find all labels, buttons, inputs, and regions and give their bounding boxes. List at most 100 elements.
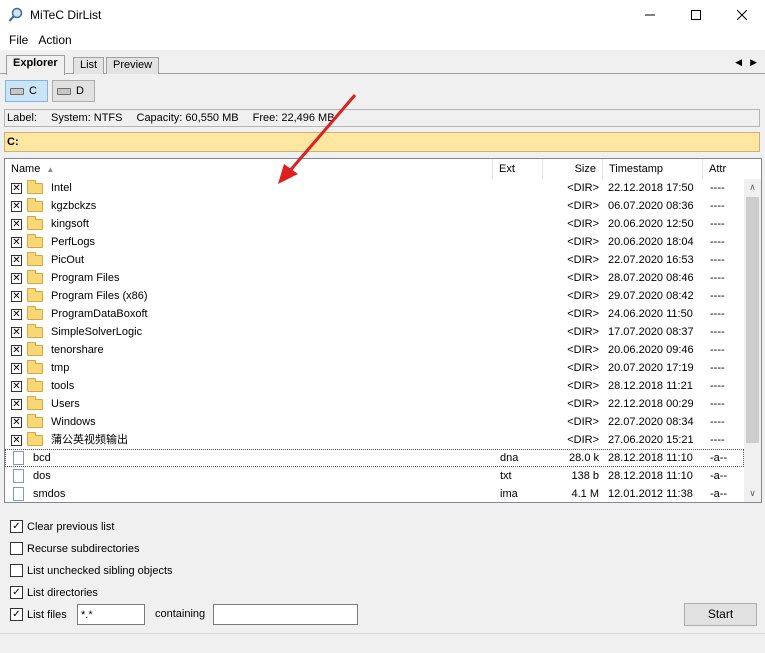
tab-preview[interactable]: Preview <box>106 57 160 74</box>
column-header-timestamp[interactable]: Timestamp <box>603 159 703 179</box>
list-item[interactable]: ✕ PerfLogs <DIR> 20.06.2020 18:04 ---- <box>5 233 744 251</box>
row-name: Windows <box>51 416 96 428</box>
list-item[interactable]: ✕ tenorshare <DIR> 20.06.2020 09:46 ---- <box>5 341 744 359</box>
row-checkbox[interactable]: ✕ <box>11 417 22 428</box>
minimize-button[interactable] <box>627 0 673 30</box>
clear-previous-checkbox[interactable]: ✓ <box>10 520 23 533</box>
column-header-name[interactable]: Name ▲ <box>5 159 493 179</box>
list-item[interactable]: ✕ tools <DIR> 28.12.2018 11:21 ---- <box>5 377 744 395</box>
row-ext: txt <box>500 470 512 482</box>
list-item[interactable]: ✕ PicOut <DIR> 22.07.2020 16:53 ---- <box>5 251 744 269</box>
row-checkbox[interactable]: ✕ <box>11 327 22 338</box>
row-checkbox[interactable]: ✕ <box>11 201 22 212</box>
row-checkbox[interactable]: ✕ <box>11 345 22 356</box>
window-title: MiTeC DirList <box>30 8 102 22</box>
file-mask-input[interactable] <box>77 604 145 625</box>
row-checkbox[interactable]: ✕ <box>11 381 22 392</box>
list-item[interactable]: ✕ ProgramDataBoxoft <DIR> 24.06.2020 11:50 -… <box>5 305 744 323</box>
list-files-option[interactable]: ✓ List files <box>10 608 67 621</box>
list-item[interactable]: smdos ima 4.1 M 12.01.2012 11:38 -a-- <box>5 485 744 502</box>
row-checkbox[interactable]: ✕ <box>11 309 22 320</box>
start-button[interactable]: Start <box>684 603 757 626</box>
scroll-up-icon[interactable]: ∧ <box>744 179 761 196</box>
menu-bar: File Action <box>0 30 765 51</box>
row-timestamp: 17.07.2020 08:37 <box>608 326 694 338</box>
unchecked-siblings-checkbox[interactable] <box>10 564 23 577</box>
list-item[interactable]: ✕ Program Files (x86) <DIR> 29.07.2020 08:4… <box>5 287 744 305</box>
list-item[interactable]: ✕ Windows <DIR> 22.07.2020 08:34 ---- <box>5 413 744 431</box>
folder-icon <box>27 414 43 428</box>
row-timestamp: 28.07.2020 08:46 <box>608 272 694 284</box>
row-name: kgzbckzs <box>51 200 97 212</box>
recurse-option[interactable]: Recurse subdirectories <box>10 542 140 555</box>
row-checkbox[interactable]: ✕ <box>11 237 22 248</box>
red-arrow-icon <box>278 94 357 184</box>
row-checkbox[interactable]: ✕ <box>11 363 22 374</box>
list-item[interactable]: ✕ kingsoft <DIR> 20.06.2020 12:50 ---- <box>5 215 744 233</box>
row-attr: -a-- <box>710 470 728 482</box>
row-name: tmp <box>51 362 70 374</box>
close-button[interactable] <box>719 0 765 30</box>
list-files-checkbox[interactable]: ✓ <box>10 608 23 621</box>
maximize-button[interactable] <box>673 0 719 30</box>
drive-c-button[interactable]: C <box>5 80 48 102</box>
list-item[interactable]: ✕ SimpleSolverLogic <DIR> 17.07.2020 08:37 -… <box>5 323 744 341</box>
maximize-icon <box>691 10 701 20</box>
row-name: 蒲公英视频输出 <box>51 434 128 446</box>
list-dirs-checkbox[interactable]: ✓ <box>10 586 23 599</box>
column-header-ext[interactable]: Ext <box>493 159 543 179</box>
column-header-size[interactable]: Size <box>543 159 603 179</box>
list-item[interactable]: ✕ tmp <DIR> 20.07.2020 17:19 ---- <box>5 359 744 377</box>
row-attr: ---- <box>710 344 725 356</box>
drive-system-text: System: NTFS <box>50 112 123 124</box>
menu-file[interactable]: File <box>4 33 33 47</box>
row-checkbox[interactable]: ✕ <box>11 255 22 266</box>
tab-explorer[interactable]: Explorer <box>6 55 65 75</box>
row-checkbox[interactable]: ✕ <box>11 219 22 230</box>
magnifier-icon <box>8 7 23 22</box>
list-item[interactable]: ✕ Program Files <DIR> 28.07.2020 08:46 ---- <box>5 269 744 287</box>
scroll-down-icon[interactable]: ∨ <box>744 485 761 502</box>
row-name: kingsoft <box>51 218 89 230</box>
tab-scroll-left-icon[interactable]: ◀ <box>735 57 742 68</box>
row-name: Program Files <box>51 272 120 284</box>
tab-list[interactable]: List <box>73 57 105 74</box>
list-item[interactable]: ✕ Intel <DIR> 22.12.2018 17:50 ---- <box>5 179 744 197</box>
row-size: <DIR> <box>567 290 599 302</box>
row-checkbox[interactable]: ✕ <box>11 435 22 446</box>
recurse-checkbox[interactable] <box>10 542 23 555</box>
tab-scroll-right-icon[interactable]: ▶ <box>750 57 757 68</box>
column-header-attr[interactable]: Attr <box>703 159 744 179</box>
row-ext <box>500 413 544 431</box>
unchecked-siblings-option[interactable]: List unchecked sibling objects <box>10 564 173 577</box>
menu-action[interactable]: Action <box>33 33 76 47</box>
list-item[interactable]: ✕ kgzbckzs <DIR> 06.07.2020 08:36 ---- <box>5 197 744 215</box>
clear-previous-option[interactable]: ✓ Clear previous list <box>10 520 114 533</box>
list-dirs-label: List directories <box>27 586 98 599</box>
file-list[interactable]: Name ▲ Ext Size Timestamp Attr ✕ Intel <DIR… <box>4 158 762 503</box>
folder-icon <box>27 306 43 320</box>
row-timestamp: 20.06.2020 18:04 <box>608 236 694 248</box>
drive-d-button[interactable]: D <box>52 80 95 102</box>
list-item[interactable]: ✕ Users <DIR> 22.12.2018 00:29 ---- <box>5 395 744 413</box>
file-icon <box>13 487 24 501</box>
list-item[interactable]: bcd dna 28.0 k 28.12.2018 11:10 -a-- <box>5 449 744 467</box>
row-attr: ---- <box>710 254 725 266</box>
vertical-scrollbar[interactable]: ∧ ∨ <box>744 179 761 502</box>
scroll-thumb[interactable] <box>746 197 759 443</box>
row-size: 4.1 M <box>571 488 599 500</box>
row-checkbox[interactable]: ✕ <box>11 183 22 194</box>
row-ext <box>500 269 544 287</box>
row-checkbox[interactable]: ✕ <box>11 273 22 284</box>
list-item[interactable]: dos txt 138 b 28.12.2018 11:10 -a-- <box>5 467 744 485</box>
row-size: <DIR> <box>567 416 599 428</box>
row-name: SimpleSolverLogic <box>51 326 143 338</box>
row-checkbox[interactable]: ✕ <box>11 291 22 302</box>
containing-input[interactable] <box>213 604 358 625</box>
row-ext <box>500 215 544 233</box>
row-attr: ---- <box>710 398 725 410</box>
row-checkbox[interactable]: ✕ <box>11 399 22 410</box>
list-item[interactable]: ✕ 蒲公英视频输出 <DIR> 27.06.2020 15:21 ---- <box>5 431 744 449</box>
row-size: <DIR> <box>567 326 599 338</box>
list-dirs-option[interactable]: ✓ List directories <box>10 586 98 599</box>
